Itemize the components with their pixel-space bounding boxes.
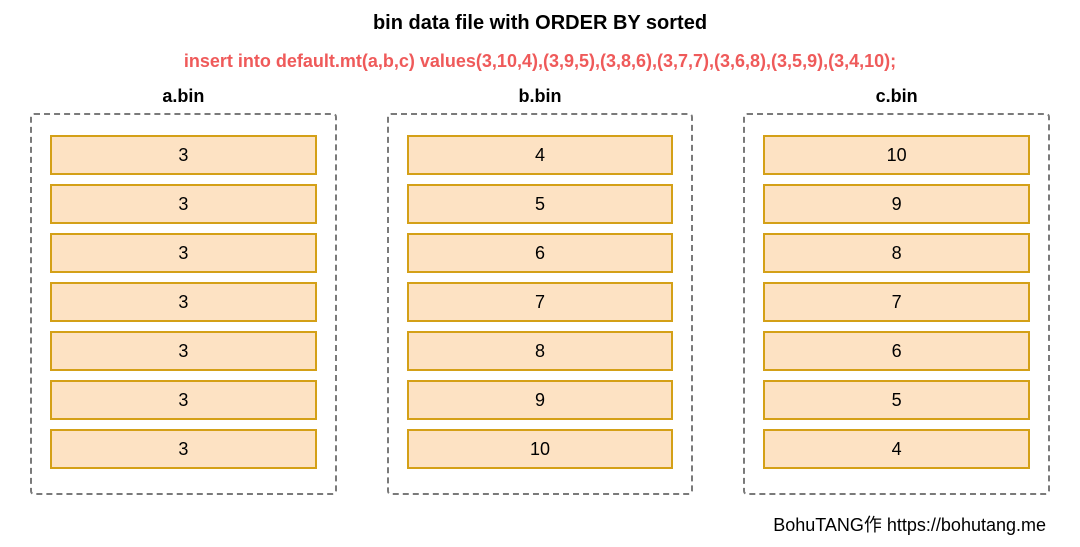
data-cell: 3: [50, 184, 317, 224]
file-label: c.bin: [743, 86, 1050, 107]
data-cell: 4: [407, 135, 674, 175]
data-cell: 6: [763, 331, 1030, 371]
data-cell: 3: [50, 282, 317, 322]
data-cell: 7: [407, 282, 674, 322]
data-cell: 3: [50, 380, 317, 420]
file-box: 3 3 3 3 3 3 3: [30, 113, 337, 495]
data-cell: 9: [763, 184, 1030, 224]
credit-text: BohuTANG作 https://bohutang.me: [773, 511, 1046, 537]
file-box: 4 5 6 7 8 9 10: [387, 113, 694, 495]
data-cell: 8: [407, 331, 674, 371]
data-cell: 5: [407, 184, 674, 224]
data-cell: 6: [407, 233, 674, 273]
data-cell: 3: [50, 331, 317, 371]
data-cell: 3: [50, 233, 317, 273]
data-cell: 5: [763, 380, 1030, 420]
file-column-a: a.bin 3 3 3 3 3 3 3: [30, 86, 337, 495]
data-cell: 8: [763, 233, 1030, 273]
file-column-b: b.bin 4 5 6 7 8 9 10: [387, 86, 694, 495]
file-label: b.bin: [387, 86, 694, 107]
files-row: a.bin 3 3 3 3 3 3 3 b.bin 4 5 6 7 8 9 10…: [30, 86, 1050, 495]
file-label: a.bin: [30, 86, 337, 107]
data-cell: 4: [763, 429, 1030, 469]
data-cell: 3: [50, 429, 317, 469]
file-box: 10 9 8 7 6 5 4: [743, 113, 1050, 495]
data-cell: 3: [50, 135, 317, 175]
sql-statement: insert into default.mt(a,b,c) values(3,1…: [30, 51, 1050, 72]
diagram-title: bin data file with ORDER BY sorted: [30, 12, 1050, 35]
data-cell: 7: [763, 282, 1030, 322]
data-cell: 9: [407, 380, 674, 420]
data-cell: 10: [763, 135, 1030, 175]
file-column-c: c.bin 10 9 8 7 6 5 4: [743, 86, 1050, 495]
data-cell: 10: [407, 429, 674, 469]
